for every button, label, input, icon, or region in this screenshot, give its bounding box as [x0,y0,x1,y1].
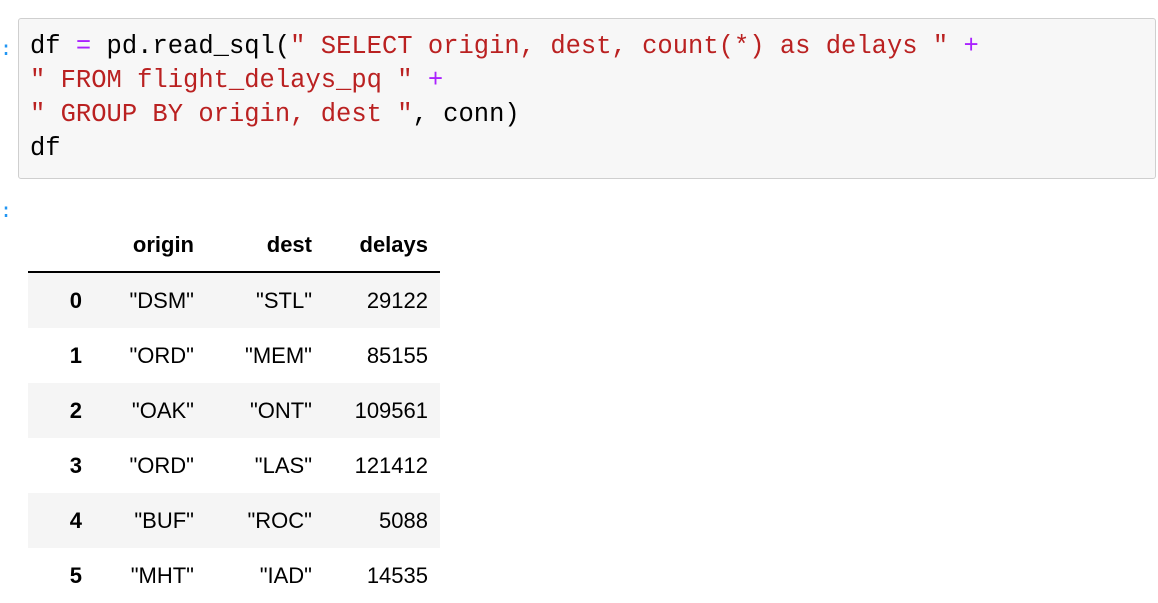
table-row: 3 "ORD" "LAS" 121412 [28,438,440,493]
cell-dest: "STL" [206,272,324,328]
table-row: 5 "MHT" "IAD" 14535 [28,548,440,603]
table-row: 0 "DSM" "STL" 29122 [28,272,440,328]
cell-delays: 14535 [366,562,428,588]
index-header [28,218,94,273]
cell-dest: "ROC" [206,493,324,548]
cell-delays: 121412 [354,452,428,478]
row-index: 1 [69,342,82,368]
cell-dest: "ONT" [206,383,324,438]
cell-delays: 85155 [366,342,428,368]
row-index: 3 [69,452,82,478]
output-prompt-marker: : [0,198,13,222]
row-index: 5 [69,562,82,588]
table-header-row: origin dest delays [28,218,440,273]
row-index: 0 [28,272,94,328]
column-header-origin: origin [94,218,206,273]
cell-origin: "OAK" [94,383,206,438]
code-editor[interactable]: df = pd.read_sql(" SELECT origin, dest, … [30,30,979,166]
row-index: 2 [28,383,94,438]
cell-dest: "MEM" [245,342,312,368]
code-line-1: df = pd.read_sql(" SELECT origin, dest, … [30,32,979,61]
cell-delays: 29122 [324,272,440,328]
table-row: 1 "ORD" "MEM" 85155 [28,328,440,383]
cell-prompt-marker: : [0,36,13,60]
cell-origin: "MHT" [130,562,194,588]
column-header-dest: dest [206,218,324,273]
cell-delays: 5088 [324,493,440,548]
code-line-2: " FROM flight_delays_pq " + [30,66,444,95]
cell-dest: "IAD" [259,562,312,588]
cell-origin: "ORD" [129,342,194,368]
table-row: 2 "OAK" "ONT" 109561 [28,383,440,438]
row-index: 4 [28,493,94,548]
cell-origin: "BUF" [94,493,206,548]
cell-delays: 109561 [324,383,440,438]
code-line-3: " GROUP BY origin, dest ", conn) [30,100,520,129]
dataframe-output-table: origin dest delays 0 "DSM" "STL" 29122 1… [28,218,440,603]
cell-origin: "DSM" [94,272,206,328]
cell-origin: "ORD" [129,452,194,478]
table-row: 4 "BUF" "ROC" 5088 [28,493,440,548]
cell-dest: "LAS" [254,452,312,478]
code-line-4: df [30,134,61,163]
column-header-delays: delays [324,218,440,273]
